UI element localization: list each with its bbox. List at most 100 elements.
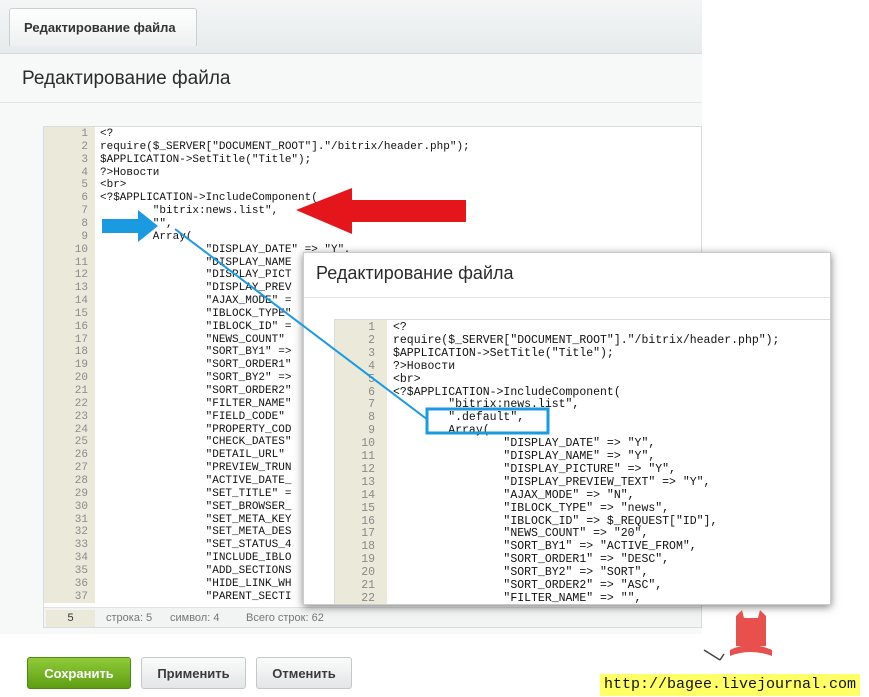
line-number: 24 (74, 423, 88, 436)
code-line[interactable]: <? (100, 128, 113, 141)
watermark-url[interactable]: http://bagee.livejournal.com (600, 674, 861, 696)
line-number: 27 (74, 462, 88, 475)
line-number: 8 (81, 217, 88, 230)
current-line-indicator: 5 (46, 610, 95, 627)
line-number: 31 (74, 513, 88, 526)
code-line[interactable]: "SET_TITLE" = (100, 488, 292, 501)
line-number: 5 (81, 179, 88, 192)
code-line[interactable]: "FILTER_NAME" (100, 398, 292, 411)
line-number: 29 (74, 487, 88, 500)
top-tab-bar: Редактирование файла (0, 0, 702, 54)
code-line[interactable]: $APPLICATION->SetTitle("Title"); (100, 154, 311, 167)
code-line[interactable]: "PROPERTY_COD (100, 424, 292, 437)
line-number: 19 (74, 359, 88, 372)
code-line[interactable]: "SET_STATUS_4 (100, 539, 292, 552)
line-number: 14 (74, 295, 88, 308)
code-line[interactable]: <?$APPLICATION->IncludeComponent( (100, 192, 318, 205)
line-number: 33 (74, 539, 88, 552)
code-line[interactable]: require($_SERVER["DOCUMENT_ROOT"]."/bitr… (100, 141, 470, 154)
code-line[interactable]: Array( (100, 231, 193, 244)
code-line[interactable]: ?>Новости (100, 167, 159, 180)
code-line[interactable]: "SORT_ORDER1" (100, 359, 292, 372)
line-number: 1 (81, 128, 88, 140)
page-title: Редактирование файла (22, 68, 231, 89)
line-number: 3 (81, 153, 88, 166)
code-line[interactable]: "HIDE_LINK_WH (100, 578, 292, 591)
code-line[interactable]: "SORT_ORDER2" (100, 385, 292, 398)
code-line[interactable]: "PARENT_SECTI (100, 591, 292, 604)
line-number: 11 (361, 450, 375, 463)
code-line[interactable]: "", (100, 218, 173, 231)
line-number: 32 (74, 526, 88, 539)
code-line[interactable]: require($_SERVER["DOCUMENT_ROOT"]."/bitr… (393, 334, 779, 348)
code-line[interactable]: $APPLICATION->SetTitle("Title"); (393, 347, 614, 361)
code-line[interactable]: <br> (393, 373, 421, 387)
line-number: 12 (74, 269, 88, 282)
line-number: 23 (74, 410, 88, 423)
code-line[interactable]: "DISPLAY_PREV (100, 282, 292, 295)
code-line[interactable]: "SORT_BY2" => (100, 372, 292, 385)
line-number: 21 (361, 579, 375, 592)
code-line[interactable]: "SET_BROWSER_ (100, 501, 292, 514)
line-number: 18 (74, 346, 88, 359)
code-line[interactable]: "INCLUDE_IBLO (100, 552, 292, 565)
line-number: 17 (74, 333, 88, 346)
code-line[interactable]: "bitrix:news.list", (100, 205, 278, 218)
line-number: 15 (361, 501, 375, 515)
line-number: 9 (81, 230, 88, 243)
code-line[interactable]: "DETAIL_URL" (100, 449, 285, 462)
code-line[interactable]: "AJAX_MODE" = (100, 295, 292, 308)
tab-file-edit[interactable]: Редактирование файла (9, 8, 197, 46)
code-line[interactable]: "PREVIEW_TRUN (100, 462, 292, 475)
line-number: 2 (81, 140, 88, 153)
code-line[interactable]: "CHECK_DATES" (100, 436, 292, 449)
code-line[interactable]: "SET_META_KEY (100, 514, 292, 527)
code-line[interactable]: "DISPLAY_NAME" => "Y", (393, 450, 655, 464)
overlay-code-editor[interactable]: 1 <? 2 require($_SERVER["DOCUMENT_ROOT"]."/… (334, 319, 830, 604)
line-number: 4 (368, 359, 375, 373)
line-number: 15 (74, 307, 88, 320)
code-line[interactable]: "SORT_BY1" => (100, 346, 292, 359)
code-line[interactable]: ?>Новости (393, 360, 455, 374)
code-line[interactable]: "ACTIVE_DATE_ (100, 475, 292, 488)
line-number: 14 (361, 488, 375, 502)
code-line[interactable]: "IBLOCK_TYPE" => "news", (393, 502, 669, 516)
code-line[interactable]: "DISPLAY_PREVIEW_TEXT" => "Y", (393, 476, 710, 490)
line-number: 13 (74, 282, 88, 295)
code-line[interactable]: <? (393, 321, 407, 335)
code-line[interactable]: "ADD_SECTIONS (100, 565, 292, 578)
line-number: 34 (74, 552, 88, 565)
code-line[interactable]: <br> (100, 179, 126, 192)
code-line[interactable]: "DISPLAY_PICTURE" => "Y", (393, 463, 676, 477)
status-symbol: символ: 4 (170, 612, 220, 624)
line-number: 11 (74, 256, 88, 269)
line-number: 35 (74, 564, 88, 577)
code-line[interactable]: "IBLOCK_TYPE" (100, 308, 292, 321)
line-number: 4 (81, 166, 88, 179)
code-line[interactable]: "IBLOCK_ID" = (100, 321, 292, 334)
code-line[interactable]: "SET_META_DES (100, 526, 292, 539)
line-number: 1 (368, 321, 375, 334)
editor-status-bar: 5 строка: 5 символ: 4 Всего строк: 62 (44, 607, 701, 627)
code-line[interactable]: "NEWS_COUNT" (100, 334, 285, 347)
line-number: 25 (74, 436, 88, 449)
line-number: 16 (74, 320, 88, 333)
line-number: 7 (81, 205, 88, 218)
code-line[interactable]: "DISPLAY_PICT (100, 269, 292, 282)
code-line[interactable]: "AJAX_MODE" => "N", (393, 489, 634, 503)
line-number: 3 (368, 346, 375, 360)
line-number: 13 (361, 475, 375, 489)
line-number: 12 (361, 462, 375, 476)
bageera-logo (703, 610, 772, 661)
line-number: 26 (74, 449, 88, 462)
code-line[interactable]: "SORT_ORDER2" => "ASC", (393, 579, 662, 593)
code-line[interactable]: "DISPLAY_NAME (100, 257, 292, 270)
line-number: 28 (74, 474, 88, 487)
cancel-button[interactable]: Отменить (256, 657, 352, 689)
apply-button[interactable]: Применить (141, 657, 246, 689)
line-number: 20 (74, 372, 88, 385)
code-line[interactable]: "FIELD_CODE" (100, 411, 285, 424)
code-line[interactable]: "FILTER_NAME" => "", (393, 592, 641, 604)
title-divider (0, 102, 702, 103)
save-button[interactable]: Сохранить (27, 657, 131, 689)
